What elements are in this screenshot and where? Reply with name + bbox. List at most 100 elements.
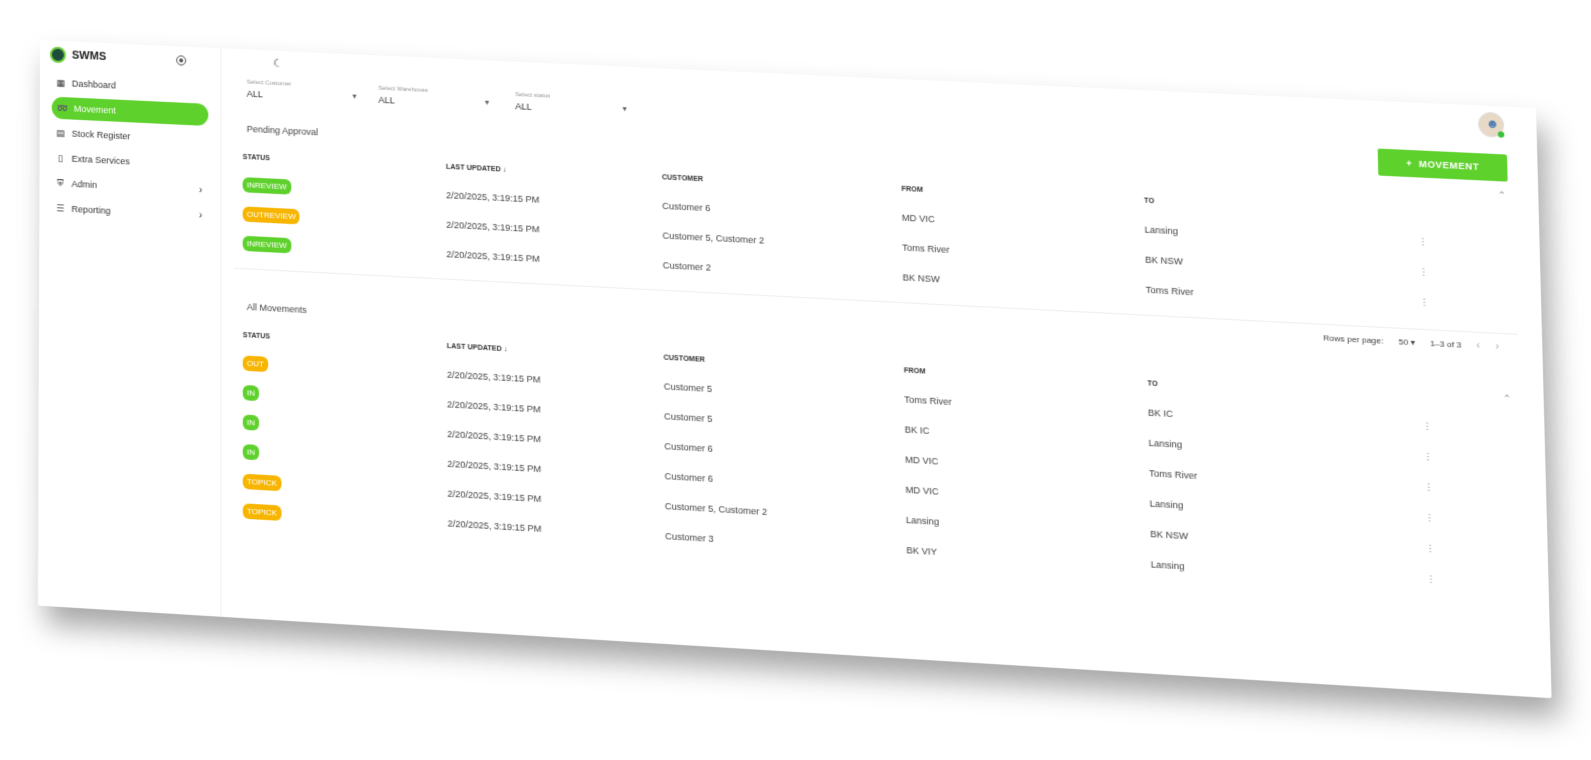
logo-icon bbox=[49, 46, 66, 64]
status-badge: IN bbox=[242, 384, 260, 402]
more-options-icon[interactable]: ⋮ bbox=[1408, 542, 1452, 556]
shield-icon: ⛨ bbox=[57, 177, 64, 188]
document-icon: ▯ bbox=[58, 152, 64, 163]
app-title: SWMS bbox=[71, 49, 107, 64]
to-cell: Lansing bbox=[1148, 437, 1183, 450]
last-updated-cell: 2/20/2025, 3:19:15 PM bbox=[446, 248, 540, 264]
movement-icon: ➿ bbox=[57, 102, 69, 113]
from-cell: MD VIC bbox=[905, 484, 939, 497]
to-cell: BK NSW bbox=[1145, 253, 1184, 267]
customer-cell: Customer 5, Customer 2 bbox=[662, 229, 765, 246]
customer-cell: Customer 6 bbox=[664, 440, 713, 454]
status-cell: IN bbox=[235, 384, 447, 411]
last-updated-header-label: LAST UPDATED bbox=[445, 163, 501, 173]
caret-down-icon: ▼ bbox=[483, 99, 491, 108]
last-updated-column-header[interactable]: LAST UPDATED ↓ bbox=[446, 163, 662, 181]
theme-toggle-icon[interactable]: ☾ bbox=[273, 57, 283, 71]
from-cell: MD VIC bbox=[901, 211, 935, 224]
next-page-icon[interactable]: › bbox=[1495, 341, 1499, 353]
app-window: SWMS ▦ Dashboard ➿ Movement ▤ Stock Register ▯… bbox=[37, 40, 1552, 699]
from-cell: MD VIC bbox=[905, 453, 939, 467]
sidebar-item-label: Reporting bbox=[71, 203, 111, 216]
previous-page-icon[interactable]: ‹ bbox=[1476, 340, 1480, 352]
customer-cell: Customer 5, Customer 2 bbox=[664, 500, 768, 517]
last-updated-cell: 2/20/2025, 3:19:15 PM bbox=[447, 458, 542, 474]
status-column-header[interactable]: STATUS bbox=[235, 153, 446, 170]
from-column-header[interactable]: FROM bbox=[901, 185, 1144, 204]
customer-cell: Customer 5 bbox=[663, 380, 713, 394]
last-updated-cell: 2/20/2025, 3:19:15 PM bbox=[446, 189, 540, 205]
page-range: 1–3 of 3 bbox=[1429, 338, 1462, 350]
more-options-icon[interactable]: ⋮ bbox=[1409, 573, 1453, 587]
more-options-icon[interactable]: ⋮ bbox=[1408, 512, 1452, 526]
status-select-value: ALL bbox=[515, 101, 532, 113]
sidebar-item-label: Admin bbox=[71, 178, 98, 191]
customer-column-header[interactable]: CUSTOMER bbox=[663, 354, 903, 374]
status-badge: INREVIEW bbox=[242, 177, 291, 195]
sidebar: SWMS ▦ Dashboard ➿ Movement ▤ Stock Register ▯… bbox=[37, 40, 222, 617]
caret-down-icon: ▼ bbox=[351, 93, 359, 101]
status-badge: OUTREVIEW bbox=[242, 206, 300, 225]
to-cell: Lansing bbox=[1144, 223, 1179, 236]
caret-down-icon: ▼ bbox=[621, 106, 629, 114]
from-cell: BK VIY bbox=[906, 544, 938, 557]
from-cell: BK NSW bbox=[902, 271, 940, 284]
last-updated-cell: 2/20/2025, 3:19:15 PM bbox=[447, 428, 542, 444]
sidebar-item-movement[interactable]: ➿ Movement bbox=[51, 96, 209, 127]
more-options-icon[interactable]: ⋮ bbox=[1406, 451, 1450, 465]
status-cell: TOPICK bbox=[235, 503, 448, 531]
warehouse-select[interactable]: Select Warehouse ALL ▼ bbox=[378, 86, 490, 110]
user-icon: ☻ bbox=[1485, 116, 1500, 132]
chevron-right-icon: › bbox=[198, 209, 203, 222]
status-badge: IN bbox=[242, 444, 260, 461]
status-badge: TOPICK bbox=[242, 473, 282, 492]
to-column-header[interactable]: TO bbox=[1147, 380, 1405, 401]
sidebar-nav: ▦ Dashboard ➿ Movement ▤ Stock Register ▯ Extra… bbox=[39, 71, 220, 228]
sidebar-item-label: Dashboard bbox=[71, 78, 116, 91]
customer-cell: Customer 2 bbox=[662, 259, 712, 273]
status-select[interactable]: Select status ALL ▼ bbox=[515, 92, 628, 117]
more-options-icon[interactable]: ⋮ bbox=[1403, 297, 1446, 311]
status-cell: OUTREVIEW bbox=[235, 206, 447, 232]
to-cell: Toms River bbox=[1145, 284, 1194, 297]
more-options-icon[interactable]: ⋮ bbox=[1402, 266, 1445, 280]
more-options-icon[interactable]: ⋮ bbox=[1407, 481, 1451, 495]
plus-icon: + bbox=[1406, 158, 1419, 170]
rows-per-page-value: 50 bbox=[1398, 336, 1409, 347]
sidebar-item-dashboard[interactable]: ▦ Dashboard bbox=[50, 71, 209, 100]
sort-arrow-icon: ↓ bbox=[500, 165, 507, 174]
rows-per-page-select[interactable]: 50 ▾ bbox=[1398, 337, 1415, 347]
more-options-icon[interactable]: ⋮ bbox=[1406, 420, 1450, 434]
sidebar-item-label: Extra Services bbox=[71, 153, 130, 167]
report-icon: ☰ bbox=[56, 202, 65, 214]
to-cell: Lansing bbox=[1150, 558, 1185, 572]
add-movement-button[interactable]: + MOVEMENT bbox=[1377, 148, 1508, 182]
from-cell: Lansing bbox=[905, 514, 940, 527]
sidebar-item-reporting[interactable]: ☰ Reporting › bbox=[49, 197, 208, 227]
dashboard-icon: ▦ bbox=[56, 77, 66, 88]
rows-per-page-label: Rows per page: bbox=[1323, 332, 1384, 346]
from-column-header[interactable]: FROM bbox=[904, 367, 1148, 387]
to-cell: Toms River bbox=[1148, 467, 1198, 481]
status-column-header[interactable]: STATUS bbox=[235, 331, 447, 349]
chevron-right-icon: › bbox=[198, 184, 203, 196]
last-updated-column-header[interactable]: LAST UPDATED ↓ bbox=[447, 342, 664, 361]
to-cell: BK NSW bbox=[1150, 528, 1189, 541]
collapse-icon[interactable]: ⌃ bbox=[1503, 393, 1511, 405]
collapse-icon[interactable]: ⌃ bbox=[1498, 190, 1506, 202]
status-badge: OUT bbox=[242, 355, 269, 373]
status-badge: IN bbox=[242, 414, 260, 431]
more-options-icon[interactable]: ⋮ bbox=[1401, 236, 1444, 250]
last-updated-header-label: LAST UPDATED bbox=[446, 342, 502, 353]
status-badge: TOPICK bbox=[242, 503, 282, 521]
to-cell: Lansing bbox=[1149, 497, 1184, 511]
customer-column-header[interactable]: CUSTOMER bbox=[662, 174, 902, 193]
screen: SWMS ▦ Dashboard ➿ Movement ▤ Stock Register ▯… bbox=[0, 0, 1591, 760]
to-column-header[interactable]: TO bbox=[1144, 197, 1401, 217]
customer-cell: Customer 6 bbox=[662, 200, 711, 213]
to-cell: BK IC bbox=[1147, 406, 1174, 419]
status-cell: IN bbox=[235, 414, 448, 441]
sidebar-toggle-icon[interactable] bbox=[176, 55, 187, 66]
customer-select-value: ALL bbox=[246, 88, 263, 100]
customer-select[interactable]: Select Customer ALL ▼ bbox=[247, 80, 358, 104]
